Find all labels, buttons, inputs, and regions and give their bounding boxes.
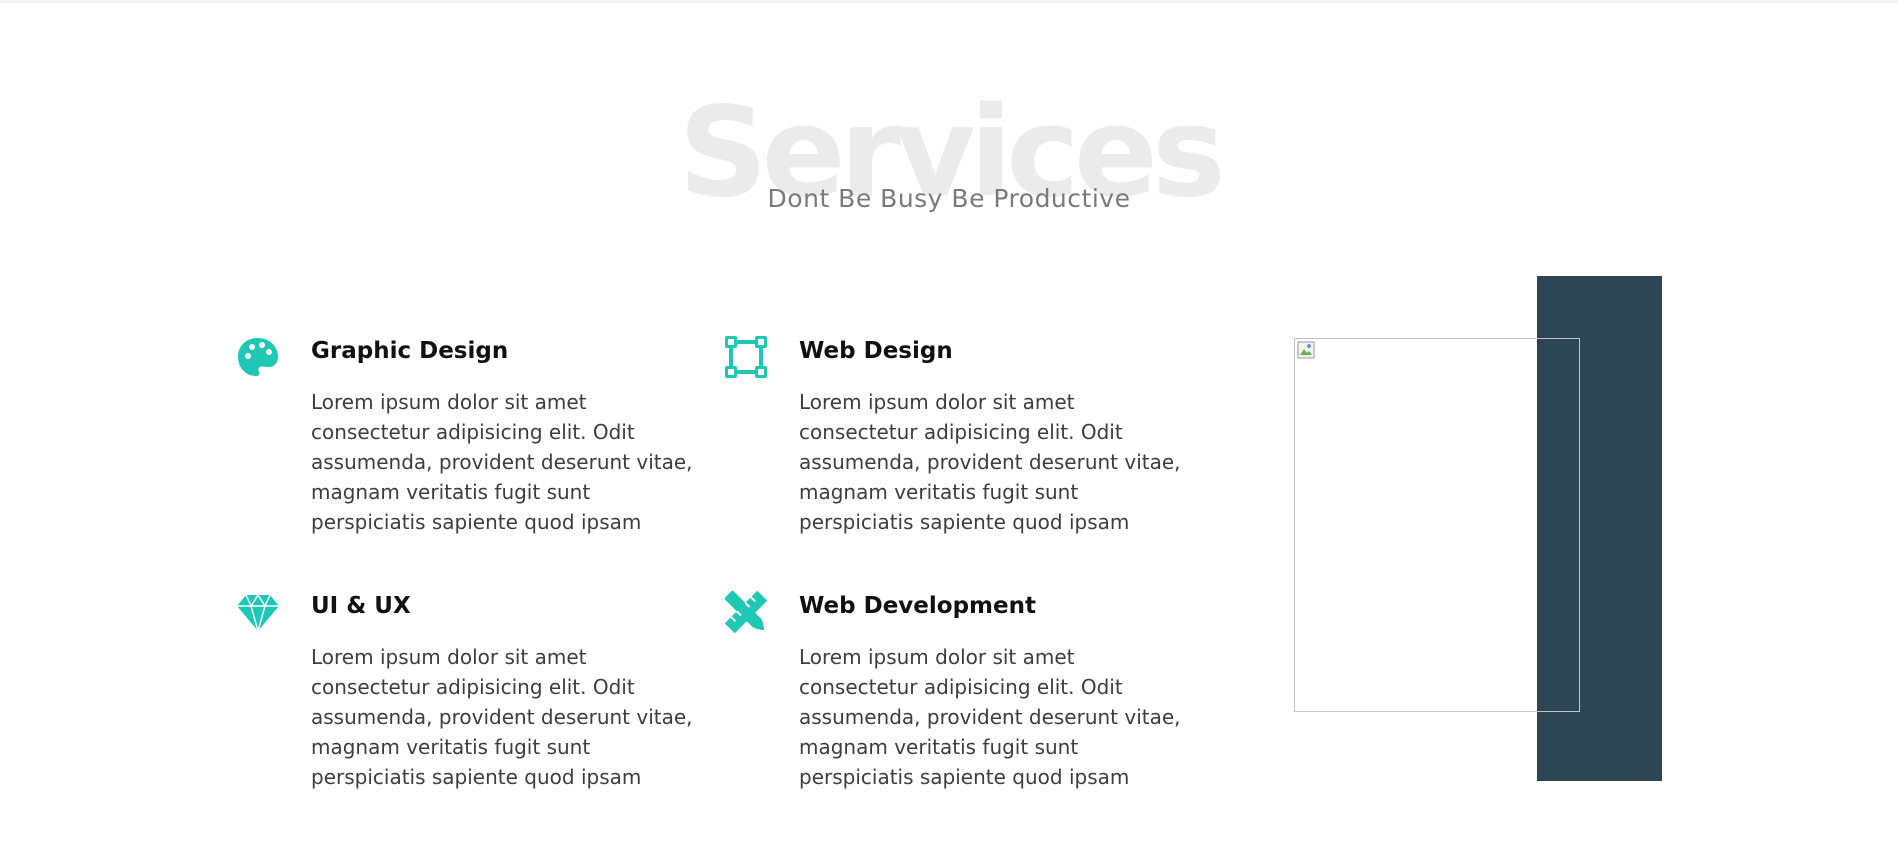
palette-icon: [236, 335, 280, 379]
services-section: Services Dont Be Busy Be Productive Grap…: [0, 0, 1898, 843]
gem-icon: [236, 590, 280, 634]
pencil-ruler-icon: [724, 590, 768, 634]
vector-square-icon: [724, 335, 768, 379]
service-title: Graphic Design: [311, 338, 509, 364]
top-divider: [0, 0, 1898, 3]
section-subtitle: Dont Be Busy Be Productive: [767, 184, 1131, 213]
service-description: Lorem ipsum dolor sit amet consectetur a…: [311, 645, 693, 789]
broken-image-icon: [1297, 341, 1317, 361]
services-image: [1294, 338, 1580, 712]
service-title: Web Design: [799, 338, 953, 364]
service-description: Lorem ipsum dolor sit amet consectetur a…: [311, 390, 693, 534]
service-description: Lorem ipsum dolor sit amet consectetur a…: [799, 645, 1181, 789]
service-description: Lorem ipsum dolor sit amet consectetur a…: [799, 390, 1181, 534]
service-title: Web Development: [799, 593, 1036, 619]
service-title: UI & UX: [311, 593, 411, 619]
